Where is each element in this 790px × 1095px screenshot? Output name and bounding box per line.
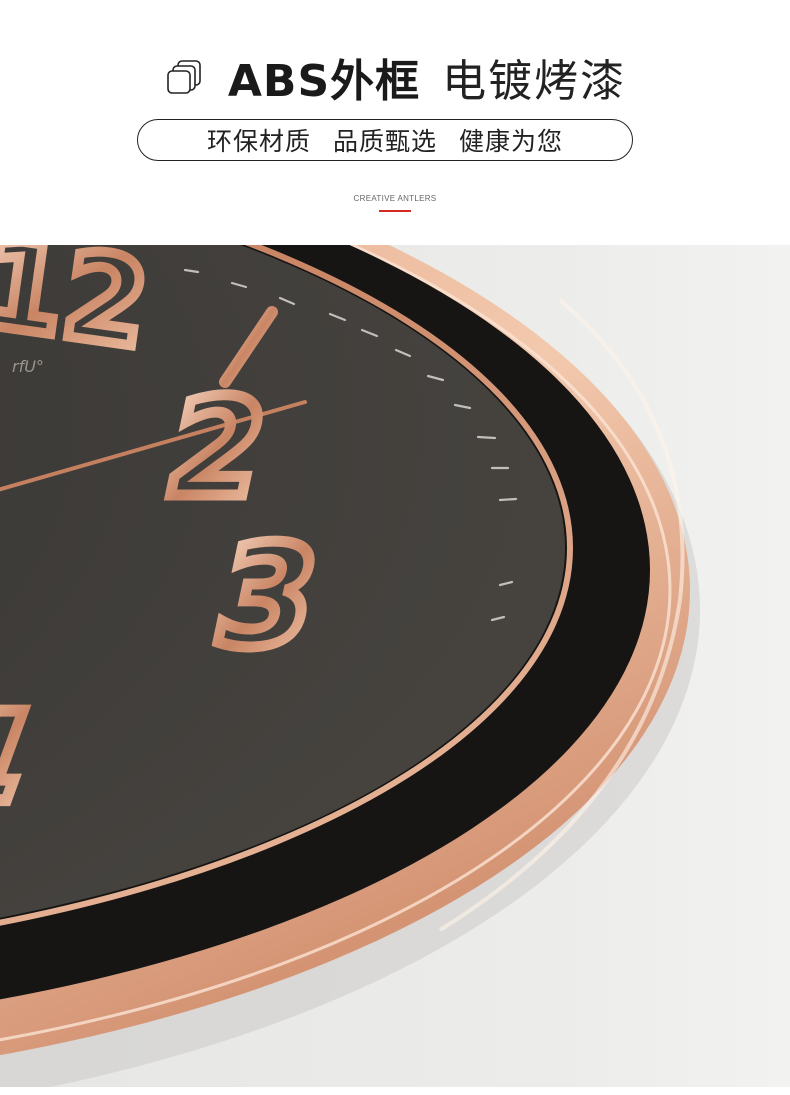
tagline-item: 环保材质 xyxy=(206,127,311,156)
header-section: ABS外框 电镀烤漆 环保材质 品质甄选 健康为您 CREATIVE ANTLE… xyxy=(0,0,790,245)
tagline-item: 品质甄选 xyxy=(332,127,437,156)
numeral-twelve: 12 xyxy=(0,245,157,375)
accent-divider xyxy=(379,210,411,212)
title-bold: ABS外框 xyxy=(227,56,421,107)
title-row: ABS外框 电镀烤漆 xyxy=(0,45,790,109)
tagline-item: 健康为您 xyxy=(459,127,564,156)
sub-caption: CREATIVE ANTLERS xyxy=(353,194,437,203)
stacked-squares-icon xyxy=(164,57,204,97)
tagline-pill: 环保材质 品质甄选 健康为您 xyxy=(137,119,633,161)
title-light: 电镀烤漆 xyxy=(442,56,627,107)
product-photo: rfU° 12 2 3 4 xyxy=(0,123,790,1095)
